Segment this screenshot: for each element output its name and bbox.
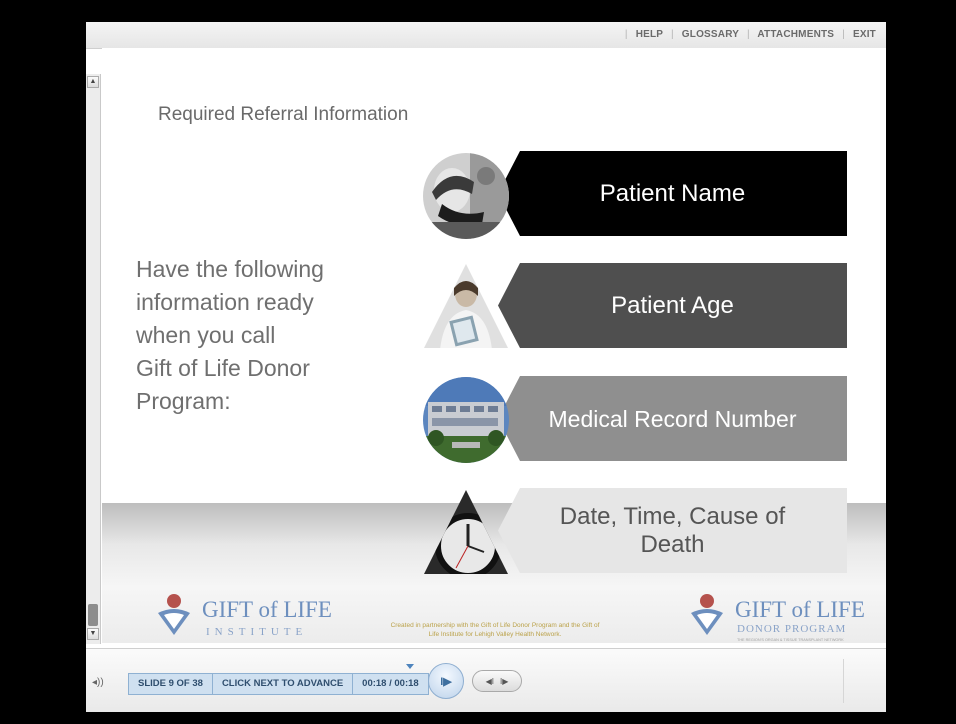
nav-separator: |	[624, 29, 628, 40]
slide-counter: SLIDE 9 OF 38	[129, 674, 213, 694]
date-time-cause-label-line1: Date, Time, Cause of	[559, 502, 786, 530]
nav-separator: |	[842, 29, 845, 40]
advance-instruction: CLICK NEXT TO ADVANCE	[213, 674, 354, 694]
scroll-down-button[interactable]: ▼	[87, 628, 99, 640]
credit-text: Created in partnership with the Gift of …	[350, 621, 640, 639]
time-display: 00:18 / 00:18	[362, 678, 419, 689]
player-controls: ◂)) SLIDE 9 OF 38 CLICK NEXT TO ADVANCE …	[86, 648, 886, 712]
top-nav-bar: | HELP | GLOSSARY | ATTACHMENTS | EXIT	[86, 22, 886, 49]
hospital-building-photo	[423, 377, 509, 463]
gift-of-life-institute-logo: GIFT of LIFE INSTITUTE	[158, 594, 332, 638]
top-nav-links: | HELP | GLOSSARY | ATTACHMENTS | EXIT	[620, 29, 876, 40]
credit-line2: Life Institute for Lehigh Valley Health …	[428, 631, 562, 638]
date-time-cause-label-line2: Death	[640, 530, 705, 558]
prev-next-control: ◀I I▶	[472, 670, 522, 692]
intro-line: Gift of Life Donor	[136, 355, 310, 381]
glossary-link[interactable]: GLOSSARY	[682, 29, 739, 40]
credit-line1: Created in partnership with the Gift of …	[390, 622, 600, 629]
scroll-thumb[interactable]	[88, 604, 98, 626]
vertical-scrollbar[interactable]: ▲ ▼	[86, 74, 101, 644]
logo-right-sub: DONOR PROGRAM	[737, 623, 846, 635]
slide-status-bar: SLIDE 9 OF 38 CLICK NEXT TO ADVANCE 00:1…	[128, 673, 429, 695]
slide-title: Required Referral Information	[158, 104, 409, 125]
intro-line: Program:	[136, 388, 231, 414]
patient-name-bar: Patient Name	[498, 151, 847, 236]
exit-link[interactable]: EXIT	[853, 29, 876, 40]
play-pause-icon: I▶	[440, 675, 452, 688]
nurse-with-clipboard-photo	[424, 264, 508, 348]
intro-line: information ready	[136, 289, 314, 315]
logo-right-main: GIFT of LIFE	[735, 597, 865, 622]
gift-of-life-donor-program-logo: GIFT of LIFE DONOR PROGRAM THE REGION'S …	[691, 594, 865, 642]
patient-age-bar: Patient Age	[498, 263, 847, 348]
medical-record-number-label: Medical Record Number	[548, 405, 797, 432]
previous-slide-button[interactable]: ◀I	[486, 677, 494, 686]
slide-canvas: Required Referral Information Have the f…	[102, 48, 886, 648]
play-pause-button[interactable]: I▶	[428, 663, 464, 699]
attachments-link[interactable]: ATTACHMENTS	[757, 29, 834, 40]
logo-left-sub: INSTITUTE	[206, 626, 307, 638]
logo-left-main: GIFT of LIFE	[202, 597, 332, 622]
clock-photo	[424, 490, 508, 574]
patient-name-label: Patient Name	[599, 179, 746, 207]
status-dropdown-caret-icon[interactable]	[406, 664, 414, 669]
intro-line: Have the following	[136, 256, 324, 282]
logo-right-tagline: THE REGION'S ORGAN & TISSUE TRANSPLANT N…	[737, 638, 844, 642]
nav-separator: |	[670, 29, 674, 40]
course-player: | HELP | GLOSSARY | ATTACHMENTS | EXIT ▲…	[86, 22, 886, 712]
doctor-on-phone-photo	[423, 153, 509, 239]
patient-age-label: Patient Age	[611, 291, 734, 319]
volume-icon[interactable]: ◂))	[92, 677, 104, 688]
date-time-cause-of-death-bar: Date, Time, Cause of Death	[498, 488, 847, 573]
intro-text: Have the following information ready whe…	[136, 253, 396, 418]
next-slide-button[interactable]: I▶	[500, 677, 508, 686]
scroll-up-button[interactable]: ▲	[87, 76, 99, 88]
help-link[interactable]: HELP	[636, 29, 663, 40]
controls-divider	[843, 659, 844, 703]
nav-separator: |	[746, 29, 750, 40]
medical-record-number-bar: Medical Record Number	[498, 376, 847, 461]
intro-line: when you call	[136, 322, 276, 348]
